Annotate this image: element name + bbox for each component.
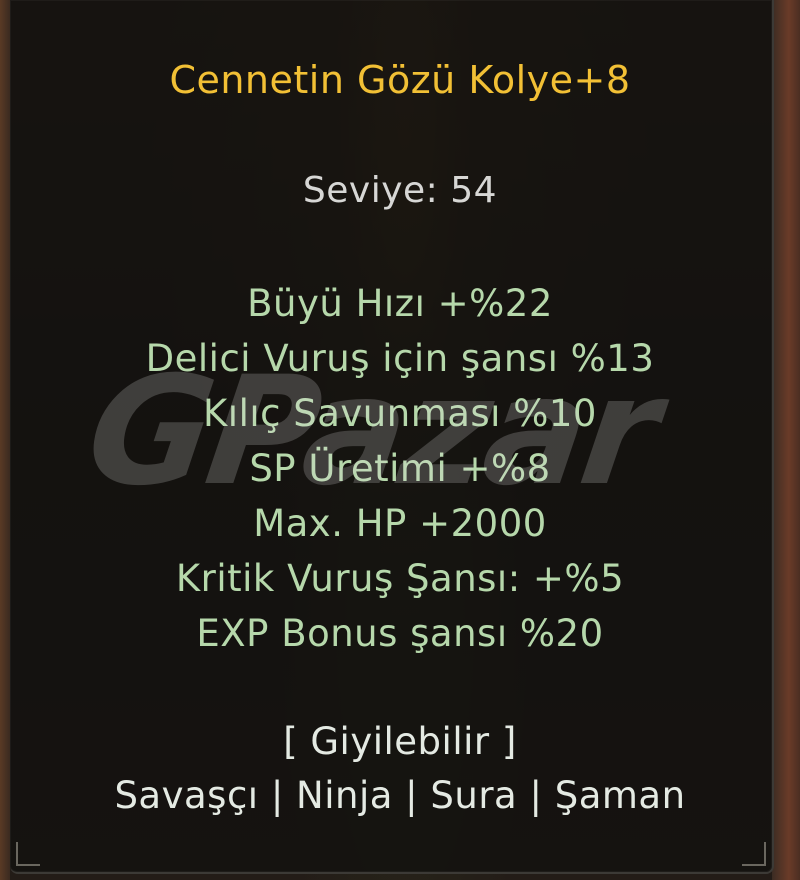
item-name: Cennetin Gözü Kolye+8: [169, 58, 631, 102]
bonus-line: Kılıç Savunması %10: [203, 392, 597, 435]
wearable-label: [ Giyilebilir ]: [283, 720, 517, 763]
background-left-edge: [0, 0, 10, 880]
class-restrictions: Savaşçı | Ninja | Sura | Şaman: [114, 774, 686, 817]
bonus-line: Büyü Hızı +%22: [247, 282, 553, 325]
bonus-line: Delici Vuruş için şansı %13: [145, 337, 655, 380]
item-tooltip: Cennetin Gözü Kolye+8 Seviye: 54 Büyü Hı…: [10, 0, 774, 874]
bonus-line: EXP Bonus şansı %20: [196, 612, 604, 655]
bonus-line: SP Üretimi +%8: [249, 447, 551, 490]
bonus-line: Kritik Vuruş Şansı: +%5: [175, 557, 625, 600]
tooltip-corner-bottom-left: [16, 842, 40, 866]
tooltip-corner-bottom-right: [742, 842, 766, 866]
bonus-line: Max. HP +2000: [253, 502, 547, 545]
item-level: Seviye: 54: [302, 170, 498, 211]
game-scene: Cennetin Gözü Kolye+8 Seviye: 54 Büyü Hı…: [0, 0, 800, 880]
